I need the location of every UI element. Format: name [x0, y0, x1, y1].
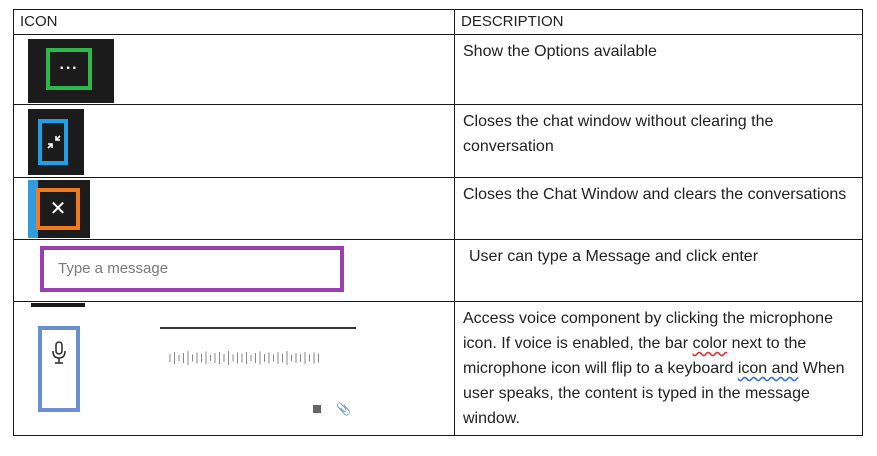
options-icon: ···	[28, 39, 114, 103]
mic-glyph-icon	[52, 341, 66, 364]
icon-cell: ✕	[13, 177, 455, 240]
icon-description-table: ICON DESCRIPTION ··· Show the Options av…	[13, 9, 863, 436]
header-description: DESCRIPTION	[454, 9, 863, 35]
icon-cell: ···	[13, 34, 455, 105]
waveform-icon	[169, 351, 319, 365]
description-cell: Show the Options available	[454, 34, 863, 105]
description-cell: Closes the Chat Window and clears the co…	[454, 177, 863, 240]
message-placeholder: Type a message	[58, 260, 169, 277]
document-page: ICON DESCRIPTION ··· Show the Options av…	[0, 0, 877, 456]
voice-divider-line	[160, 327, 356, 329]
icon-cell: 📎	[13, 301, 455, 436]
table-row: Closes the chat window without clearing …	[13, 104, 863, 178]
table-row: 📎 Access voice component by clicking the…	[13, 301, 863, 436]
attachment-icon: 📎	[336, 402, 351, 416]
keyboard-icon	[313, 405, 321, 413]
options-icon-ring: ···	[46, 48, 92, 90]
icon-cell: Type a message	[13, 239, 455, 302]
description-part-spelling: color	[692, 335, 728, 352]
options-dots: ···	[59, 60, 79, 77]
table-header-row: ICON DESCRIPTION	[13, 9, 863, 35]
close-x-glyph: ✕	[49, 198, 67, 220]
close-icon: ✕	[28, 180, 90, 238]
header-icon: ICON	[13, 9, 455, 35]
description-cell: Access voice component by clicking the m…	[454, 301, 863, 436]
table-row: ✕ Closes the Chat Window and clears the …	[13, 177, 863, 240]
microphone-icon	[38, 326, 80, 412]
icon-cell	[13, 104, 455, 178]
collapse-arrows-icon	[47, 135, 61, 149]
description-text: Show the Options available	[463, 43, 657, 60]
minimize-icon-ring	[38, 119, 68, 165]
table-row: ··· Show the Options available	[13, 34, 863, 105]
table-row: Type a message User can type a Message a…	[13, 239, 863, 302]
close-icon-ring: ✕	[36, 188, 80, 230]
description-cell: User can type a Message and click enter	[454, 239, 863, 302]
description-text: Closes the chat window without clearing …	[463, 113, 774, 155]
description-cell: Closes the chat window without clearing …	[454, 104, 863, 178]
description-text: Closes the Chat Window and clears the co…	[463, 186, 847, 203]
message-input: Type a message	[40, 246, 344, 292]
voice-top-bar	[31, 303, 85, 307]
description-part-grammar: icon and	[737, 360, 799, 377]
description-text: User can type a Message and click enter	[469, 248, 759, 265]
minimize-icon	[28, 109, 84, 175]
